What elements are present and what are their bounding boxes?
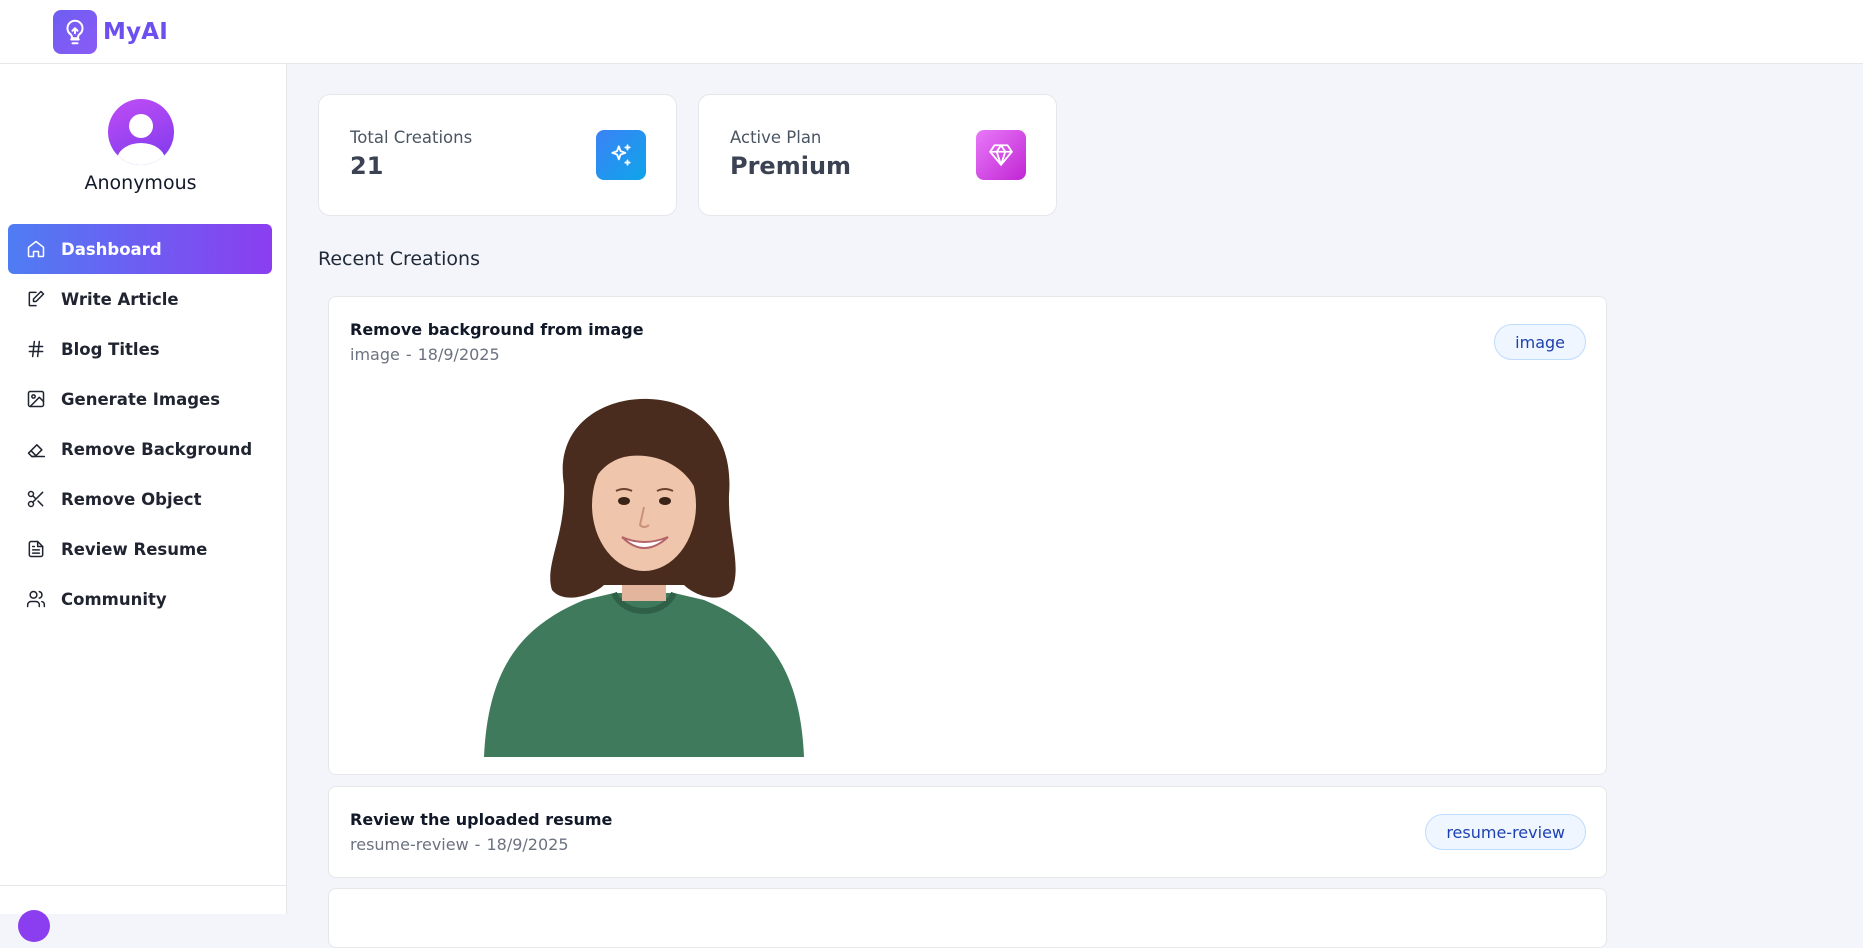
home-icon <box>27 240 45 258</box>
eraser-icon <box>27 444 46 458</box>
hash-icon <box>28 340 44 358</box>
creation-date: 18/9/2025 <box>486 835 569 854</box>
creation-item[interactable]: Review the uploaded resume resume-review… <box>328 786 1607 878</box>
creation-title: Remove background from image <box>350 320 644 339</box>
scissors-icon <box>27 490 44 508</box>
sidebar-item-blog-titles[interactable]: Blog Titles <box>8 324 272 374</box>
sidebar-item-label: Generate Images <box>61 389 221 409</box>
sidebar-item-label: Review Resume <box>61 539 208 559</box>
stat-card-total-creations: Total Creations 21 <box>318 94 677 216</box>
stat-card-active-plan: Active Plan Premium <box>698 94 1057 216</box>
stat-value: Premium <box>730 152 852 180</box>
creation-type-badge[interactable]: image <box>1494 324 1586 360</box>
user-name: Anonymous <box>84 172 197 194</box>
section-title: Recent Creations <box>318 248 480 270</box>
sidebar-nav: Dashboard Write Article Blog Titles Gene… <box>8 224 272 624</box>
main-content: Total Creations 21 Active Plan Premium R… <box>288 64 1863 948</box>
edit-icon <box>28 290 45 307</box>
creation-item[interactable]: Remove background from image image -18/9/… <box>328 296 1607 775</box>
sidebar-item-label: Community <box>61 589 167 609</box>
sidebar-item-generate-images[interactable]: Generate Images <box>8 374 272 424</box>
creation-type: image <box>350 345 400 364</box>
stat-value: 21 <box>350 152 384 180</box>
stat-label: Active Plan <box>730 128 822 147</box>
users-icon <box>26 590 46 608</box>
creation-date: 18/9/2025 <box>417 345 500 364</box>
sidebar-item-label: Blog Titles <box>61 339 160 359</box>
logo-icon[interactable] <box>53 9 97 54</box>
sidebar-item-remove-background[interactable]: Remove Background <box>8 424 272 474</box>
sidebar-item-write-article[interactable]: Write Article <box>8 274 272 324</box>
sidebar: Anonymous Dashboard Write Article Blog T… <box>0 64 287 942</box>
sidebar-item-community[interactable]: Community <box>8 574 272 624</box>
gem-icon <box>976 130 1026 180</box>
creation-type-badge[interactable]: resume-review <box>1425 814 1586 850</box>
sidebar-item-label: Write Article <box>61 289 179 309</box>
app-name[interactable]: MyAI <box>103 19 168 45</box>
account-avatar[interactable] <box>18 910 50 942</box>
creation-result-image <box>484 398 804 757</box>
creation-meta: image -18/9/2025 <box>350 345 500 364</box>
file-text-icon <box>28 540 44 558</box>
sidebar-item-review-resume[interactable]: Review Resume <box>8 524 272 574</box>
sidebar-footer-divider <box>0 885 287 886</box>
creation-item[interactable] <box>328 888 1607 948</box>
sparkles-icon <box>596 130 646 180</box>
sidebar-item-label: Remove Background <box>61 439 253 459</box>
sidebar-item-label: Dashboard <box>61 239 162 259</box>
sidebar-item-remove-object[interactable]: Remove Object <box>8 474 272 524</box>
top-bar: MyAI <box>0 0 1863 64</box>
creation-meta: resume-review -18/9/2025 <box>350 835 569 854</box>
image-icon <box>27 390 45 408</box>
sidebar-item-dashboard[interactable]: Dashboard <box>8 224 272 274</box>
creation-title: Review the uploaded resume <box>350 810 613 829</box>
user-avatar[interactable] <box>108 99 174 165</box>
sidebar-item-label: Remove Object <box>61 489 202 509</box>
creation-type: resume-review <box>350 835 469 854</box>
stat-label: Total Creations <box>350 128 473 147</box>
